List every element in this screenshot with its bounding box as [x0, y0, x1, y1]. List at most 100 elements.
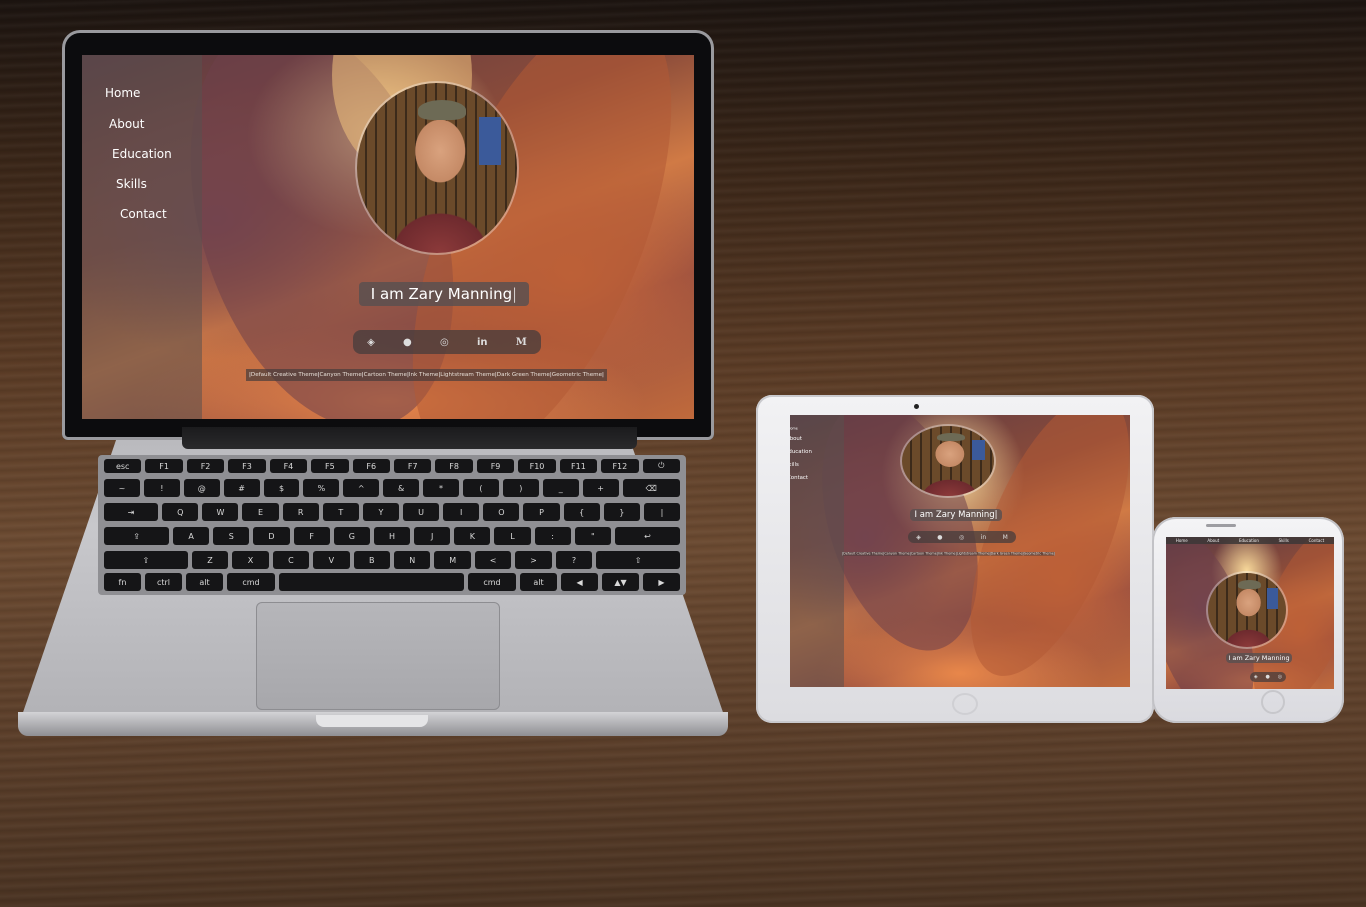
phone-nav-education[interactable]: Education: [1239, 538, 1259, 543]
key-1-3[interactable]: #: [223, 479, 260, 497]
key-1-4[interactable]: $: [263, 479, 300, 497]
key-5-5[interactable]: cmd: [467, 573, 517, 591]
codepen-icon[interactable]: ◈: [367, 337, 375, 348]
tablet-home-button[interactable]: [952, 693, 978, 715]
tablet-nav-home[interactable]: Home: [790, 427, 798, 431]
key-1-11[interactable]: _: [542, 479, 579, 497]
tablet-theme-ink[interactable]: Ink Theme: [938, 552, 956, 556]
key-3-2[interactable]: S: [213, 527, 250, 545]
phone-instagram-icon[interactable]: ◎: [1278, 674, 1282, 680]
key-1-10[interactable]: ): [502, 479, 539, 497]
phone-nav-home[interactable]: Home: [1176, 538, 1188, 543]
nav-item-education[interactable]: Education: [112, 147, 172, 161]
phone-nav-about[interactable]: About: [1207, 538, 1219, 543]
key-4-11[interactable]: ⇧: [596, 551, 680, 569]
key-3-4[interactable]: F: [293, 527, 330, 545]
key-2-5[interactable]: T: [322, 503, 359, 521]
tablet-nav-contact[interactable]: Contact: [790, 475, 808, 481]
key-5-2[interactable]: alt: [185, 573, 223, 591]
key-3-8[interactable]: K: [454, 527, 491, 545]
key-2-13[interactable]: |: [643, 503, 680, 521]
key-4-6[interactable]: N: [394, 551, 431, 569]
key-0-4[interactable]: F4: [269, 459, 308, 473]
key-1-8[interactable]: *: [423, 479, 459, 497]
key-0-10[interactable]: F10: [518, 459, 556, 473]
key-1-1[interactable]: !: [143, 479, 180, 497]
theme-link-dark-green[interactable]: Dark Green Theme: [497, 372, 550, 378]
key-1-7[interactable]: &: [383, 479, 420, 497]
key-1-2[interactable]: @: [183, 479, 220, 497]
theme-link-canyon[interactable]: Canyon Theme: [320, 372, 362, 378]
key-4-0[interactable]: ⇧: [104, 551, 188, 569]
key-2-1[interactable]: Q: [162, 503, 199, 521]
tablet-theme-geometric[interactable]: Geometric Theme: [1024, 552, 1054, 556]
key-3-10[interactable]: :: [534, 527, 571, 545]
key-4-4[interactable]: V: [313, 551, 350, 569]
key-2-8[interactable]: I: [443, 503, 480, 521]
key-0-7[interactable]: F7: [394, 459, 432, 473]
nav-item-contact[interactable]: Contact: [120, 207, 167, 221]
medium-icon[interactable]: M: [516, 337, 527, 348]
key-3-3[interactable]: D: [253, 527, 290, 545]
key-3-6[interactable]: H: [373, 527, 411, 545]
key-1-9[interactable]: (: [463, 479, 499, 497]
tablet-linkedin-icon[interactable]: in: [981, 534, 986, 541]
phone-nav-skills[interactable]: Skills: [1279, 538, 1289, 543]
key-4-10[interactable]: ?: [555, 551, 593, 569]
tablet-theme-dark-green[interactable]: Dark Green Theme: [991, 552, 1023, 556]
key-2-3[interactable]: E: [242, 503, 279, 521]
tablet-medium-icon[interactable]: M: [1003, 534, 1008, 541]
tablet-theme-default-creative[interactable]: Default Creative Theme: [843, 552, 883, 556]
phone-codepen-icon[interactable]: ◈: [1254, 674, 1258, 680]
github-icon[interactable]: ●: [403, 337, 412, 348]
key-3-12[interactable]: ↩: [614, 527, 680, 545]
tablet-theme-cartoon[interactable]: Cartoon Theme: [911, 552, 937, 556]
key-1-13[interactable]: ⌫: [622, 479, 680, 497]
theme-link-geometric[interactable]: Geometric Theme: [552, 372, 602, 378]
key-0-12[interactable]: F12: [601, 459, 639, 473]
key-space[interactable]: [279, 573, 464, 591]
key-3-9[interactable]: L: [494, 527, 531, 545]
key-2-2[interactable]: W: [202, 503, 239, 521]
key-3-7[interactable]: J: [414, 527, 451, 545]
key-2-10[interactable]: P: [523, 503, 560, 521]
phone-nav-contact[interactable]: Contact: [1309, 538, 1325, 543]
key-2-9[interactable]: O: [483, 503, 520, 521]
nav-item-about[interactable]: About: [109, 117, 144, 131]
key-2-12[interactable]: }: [603, 503, 640, 521]
tablet-nav-about[interactable]: About: [790, 436, 802, 442]
theme-link-default-creative[interactable]: Default Creative Theme: [251, 372, 318, 378]
key-2-4[interactable]: R: [282, 503, 319, 521]
nav-item-skills[interactable]: Skills: [116, 177, 147, 191]
laptop-trackpad[interactable]: [256, 602, 500, 710]
key-1-5[interactable]: %: [303, 479, 340, 497]
phone-home-button[interactable]: [1261, 690, 1285, 714]
key-5-1[interactable]: ctrl: [144, 573, 182, 591]
key-5-8[interactable]: ▲▼: [602, 573, 639, 591]
key-5-7[interactable]: ◀: [561, 573, 599, 591]
tablet-instagram-icon[interactable]: ◎: [959, 534, 964, 541]
tablet-codepen-icon[interactable]: ◈: [916, 534, 921, 541]
key-2-0[interactable]: ⇥: [104, 503, 159, 521]
key-2-7[interactable]: U: [403, 503, 440, 521]
key-0-6[interactable]: F6: [352, 459, 390, 473]
key-0-0[interactable]: esc: [104, 459, 142, 473]
key-4-9[interactable]: >: [515, 551, 552, 569]
key-1-0[interactable]: ~: [104, 479, 140, 497]
key-0-2[interactable]: F2: [186, 459, 225, 473]
key-2-6[interactable]: Y: [362, 503, 400, 521]
instagram-icon[interactable]: ◎: [440, 337, 449, 348]
key-0-11[interactable]: F11: [559, 459, 598, 473]
key-3-0[interactable]: ⇪: [104, 527, 170, 545]
key-1-6[interactable]: ^: [343, 479, 380, 497]
key-5-0[interactable]: fn: [104, 573, 141, 591]
tablet-theme-lightstream[interactable]: Lightstream Theme: [957, 552, 990, 556]
tablet-nav-skills[interactable]: Skills: [790, 462, 799, 468]
phone-github-icon[interactable]: ●: [1266, 674, 1270, 680]
theme-link-lightstream[interactable]: Lightstream Theme: [440, 372, 495, 378]
key-5-3[interactable]: cmd: [226, 573, 276, 591]
tablet-nav-education[interactable]: Education: [790, 449, 812, 455]
key-2-11[interactable]: {: [563, 503, 600, 521]
linkedin-icon[interactable]: in: [477, 337, 488, 348]
key-0-13[interactable]: ⏻: [642, 459, 680, 473]
